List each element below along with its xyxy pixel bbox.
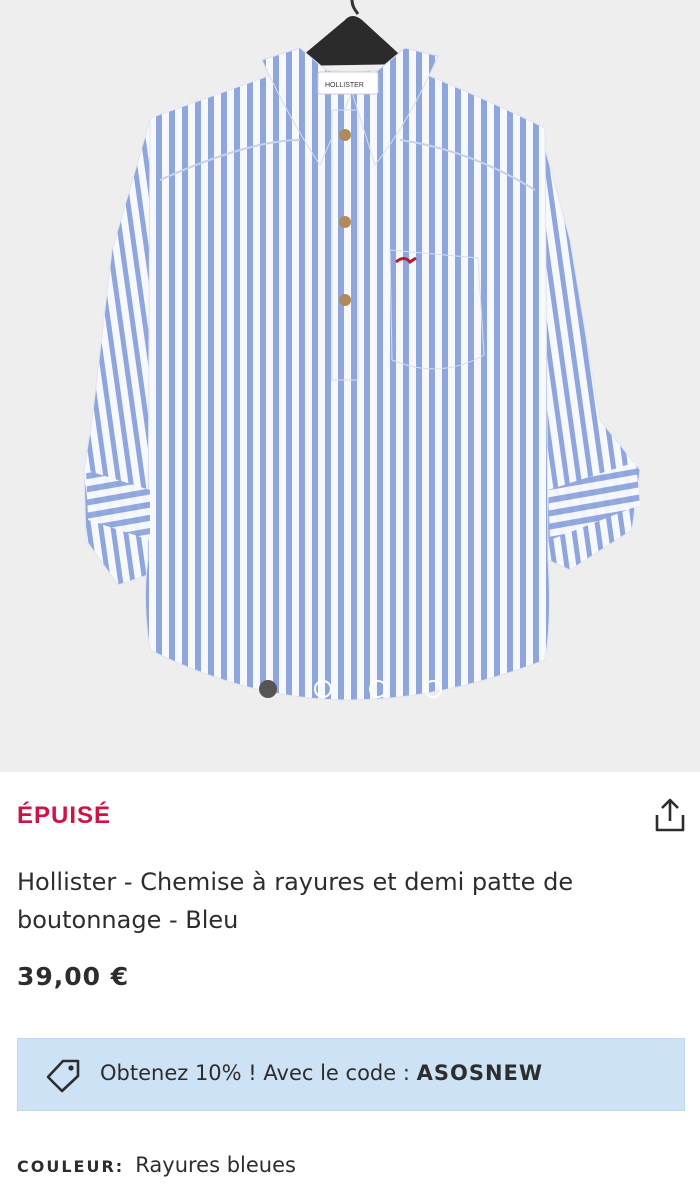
image-carousel-dots: [0, 680, 700, 700]
carousel-dot[interactable]: [259, 680, 277, 698]
promo-code: ASOSNEW: [416, 1061, 544, 1085]
button: [339, 129, 351, 141]
stock-status: ÉPUISÉ: [17, 802, 112, 829]
promo-text: Obtenez 10% ! Avec le code : ASOSNEW: [100, 1061, 543, 1085]
promo-banner[interactable]: Obtenez 10% ! Avec le code : ASOSNEW: [17, 1038, 685, 1111]
colour-row: COULEUR: Rayures bleues: [17, 1153, 296, 1177]
colour-label: COULEUR:: [17, 1157, 125, 1176]
colour-value: Rayures bleues: [135, 1153, 296, 1177]
carousel-dot[interactable]: [424, 680, 442, 698]
share-button[interactable]: [652, 797, 688, 835]
button: [339, 294, 351, 306]
button: [339, 216, 351, 228]
product-image-gallery[interactable]: HOLLISTER: [0, 0, 700, 772]
carousel-dot[interactable]: [369, 680, 387, 698]
product-image: HOLLISTER: [83, 0, 641, 701]
product-price: 39,00 €: [17, 962, 130, 991]
promo-message: Obtenez 10% ! Avec le code :: [100, 1061, 417, 1085]
product-title: Hollister - Chemise à rayures et demi pa…: [17, 868, 574, 934]
chest-pocket: [389, 249, 485, 370]
share-icon: [655, 798, 685, 832]
svg-text:HOLLISTER: HOLLISTER: [325, 82, 364, 89]
carousel-dot[interactable]: [314, 680, 332, 698]
tag-icon: [46, 1059, 80, 1093]
